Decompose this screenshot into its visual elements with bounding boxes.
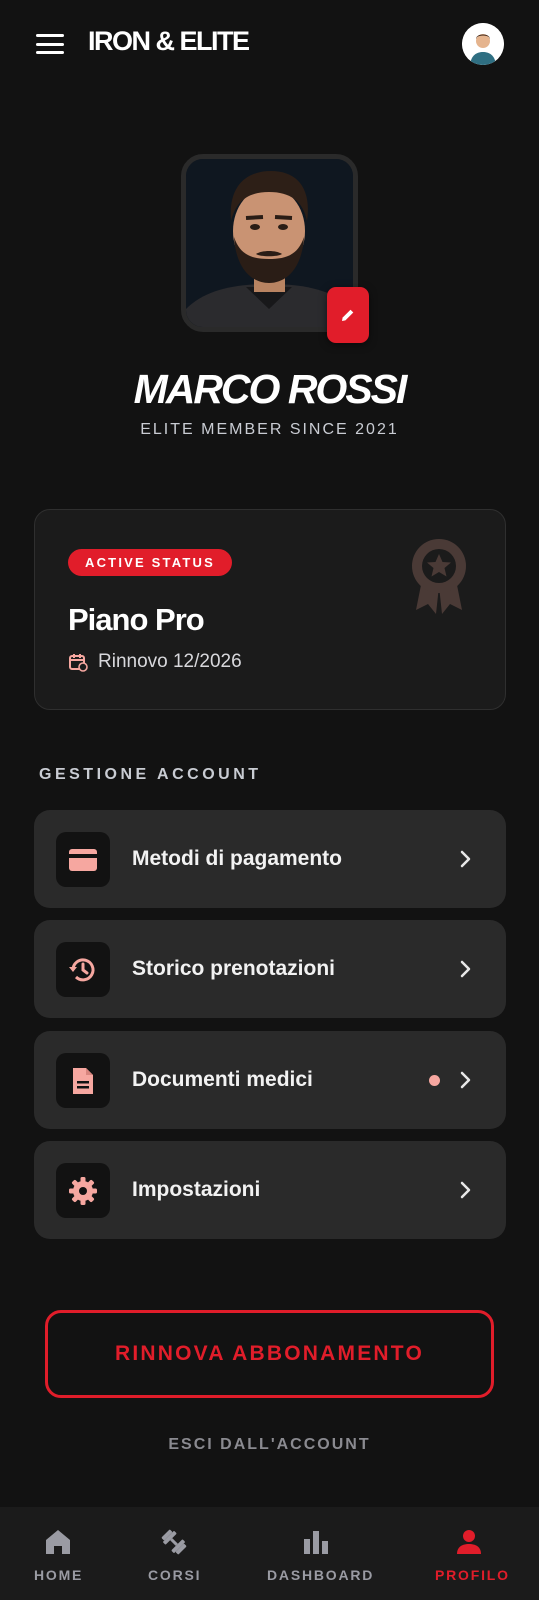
credit-card-icon (69, 848, 97, 871)
user-icon (457, 1530, 481, 1554)
brand-logo: IRON & ELITE (88, 26, 250, 56)
menu-item-payment-methods[interactable]: Metodi di pagamento (34, 810, 506, 908)
nav-label: DASHBOARD (267, 1567, 375, 1583)
menu-icon[interactable] (36, 34, 64, 54)
section-title: GESTIONE ACCOUNT (39, 766, 262, 783)
nav-item-dashboard[interactable]: DASHBOARD (265, 1507, 372, 1600)
menu-item-label: Documenti medici (132, 1068, 313, 1091)
profile-name: MARCO ROSSI (133, 366, 408, 412)
chevron-right-icon (460, 960, 471, 978)
renewal-info: Rinnovo 12/2026 (68, 651, 242, 673)
dumbbell-icon (161, 1529, 187, 1555)
renew-subscription-button[interactable]: RINNOVA ABBONAMENTO (45, 1310, 494, 1398)
bottom-nav: HOME CORSI DASHBOARD PROFILO (0, 1507, 539, 1600)
plan-name: Piano Pro (68, 602, 205, 637)
menu-item-label: Storico prenotazioni (132, 957, 336, 980)
history-icon (69, 957, 95, 981)
home-icon (46, 1530, 70, 1554)
nav-item-home[interactable]: HOME (28, 1507, 88, 1600)
item-icon-box (56, 832, 110, 887)
item-icon-box (56, 942, 110, 997)
menu-item-settings[interactable]: Impostazioni (34, 1141, 506, 1239)
logout-link[interactable]: ESCI DALL'ACCOUNT (0, 1436, 539, 1454)
pencil-icon (342, 309, 354, 321)
avatar[interactable] (462, 23, 504, 65)
menu-item-booking-history[interactable]: Storico prenotazioni (34, 920, 506, 1018)
nav-label: PROFILO (435, 1567, 510, 1583)
menu-item-label: Impostazioni (132, 1178, 261, 1201)
plan-card: ACTIVE STATUS Piano Pro Rinnovo 12/2026 (34, 509, 506, 710)
member-since: ELITE MEMBER SINCE 2021 (140, 421, 399, 438)
calendar-refresh-icon (69, 654, 88, 672)
chevron-right-icon (460, 1181, 471, 1199)
award-icon (412, 539, 466, 614)
gear-icon (69, 1176, 97, 1205)
item-icon-box (56, 1053, 110, 1108)
item-icon-box (56, 1163, 110, 1218)
edit-photo-button[interactable] (327, 287, 369, 343)
menu-item-medical-documents[interactable]: Documenti medici (34, 1031, 506, 1129)
document-icon (73, 1067, 93, 1094)
status-badge: ACTIVE STATUS (68, 549, 232, 576)
menu-item-label: Metodi di pagamento (132, 847, 342, 870)
nav-label: CORSI (148, 1567, 202, 1583)
nav-item-profile[interactable]: PROFILO (432, 1507, 508, 1600)
renewal-text: Rinnovo 12/2026 (98, 651, 242, 672)
chevron-right-icon (460, 1071, 471, 1089)
app-header: IRON & ELITE (0, 0, 539, 88)
nav-label: HOME (34, 1567, 84, 1583)
bar-chart-icon (304, 1531, 328, 1554)
nav-item-courses[interactable]: CORSI (145, 1507, 205, 1600)
notification-dot (429, 1075, 440, 1086)
chevron-right-icon (460, 850, 471, 868)
